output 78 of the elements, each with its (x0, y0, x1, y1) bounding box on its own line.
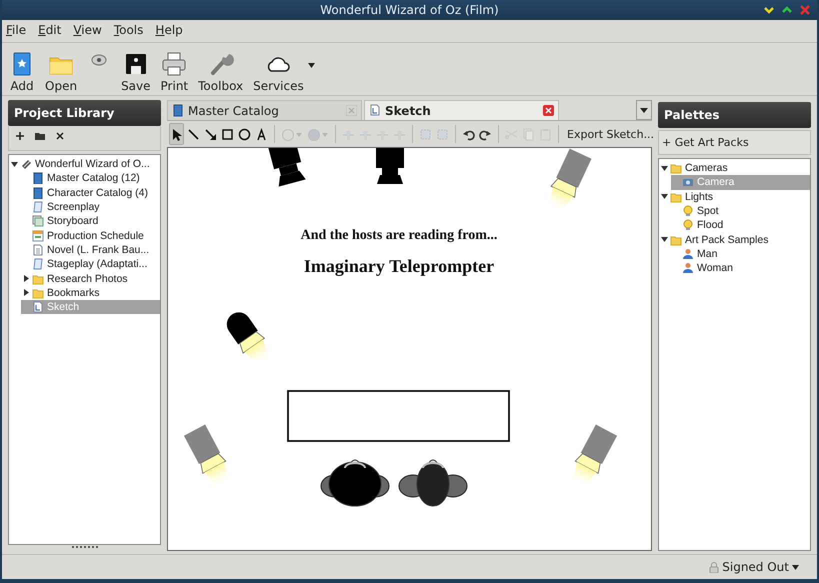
person-drawing (398, 460, 468, 506)
stage-light-drawing (184, 424, 229, 486)
tree-item[interactable]: Bookmarks (21, 286, 160, 300)
close-icon[interactable] (799, 4, 811, 16)
panel-header: Project Library (8, 100, 161, 126)
tree-item[interactable]: Art Pack Samples (659, 232, 810, 247)
camera-icon (682, 176, 694, 188)
person-icon (682, 262, 694, 274)
tree-item[interactable]: Research Photos (21, 271, 160, 286)
toolbar-add-button[interactable]: Add (8, 51, 36, 93)
expanded-triangle-icon[interactable] (661, 236, 668, 244)
folder-icon (670, 234, 682, 246)
minimize-icon[interactable] (763, 4, 775, 16)
camera-drawing (376, 148, 404, 184)
canvas-caption: And the hosts are reading from... (300, 228, 498, 244)
folder-icon (32, 272, 44, 285)
close-icon[interactable] (543, 105, 554, 116)
menu-item[interactable]: Edit (38, 23, 62, 39)
tree-item[interactable]: Screenplay (21, 200, 160, 214)
stage-light-drawing (226, 312, 270, 364)
menu-item[interactable]: Tools (114, 23, 144, 39)
tree-item[interactable]: Spot (671, 204, 810, 218)
printer-icon (161, 51, 188, 77)
export-sketch-button[interactable]: Export Sketch... (564, 126, 658, 142)
caret-icon[interactable] (308, 63, 315, 68)
tree-item[interactable]: Woman (671, 261, 810, 276)
tree-item[interactable]: Master Catalog (12) (21, 171, 160, 186)
tree-item[interactable]: Stageplay (Adaptati... (21, 257, 160, 272)
menu-item[interactable]: View (73, 23, 102, 39)
tree-item[interactable]: Lights (659, 190, 810, 204)
tree-item[interactable]: Character Catalog (4) (21, 186, 160, 200)
person-drawing (320, 460, 390, 506)
diagram-icon (32, 301, 44, 314)
tab[interactable]: Sketch (364, 100, 559, 120)
stage-light-drawing (572, 424, 618, 486)
pointer-icon[interactable] (169, 123, 184, 145)
lock-icon (709, 561, 720, 573)
resize-grip[interactable] (72, 546, 98, 550)
tree-item[interactable]: Cameras (659, 161, 810, 176)
toolbar-save-button[interactable]: Save (120, 51, 152, 93)
expanded-triangle-icon[interactable] (661, 164, 668, 172)
tree-item[interactable]: Production Schedule (21, 228, 160, 243)
tree-item[interactable]: Wonderful Wizard of O... (9, 157, 160, 172)
get-art-packs-button[interactable]: + Get Art Packs (658, 130, 811, 155)
menu-item[interactable]: Help (155, 23, 183, 39)
folder-icon (670, 190, 682, 203)
delete-icon[interactable] (55, 131, 65, 141)
camera-drawing (266, 148, 306, 187)
folder-icon (32, 286, 44, 299)
tree-item[interactable]: Storyboard (21, 214, 160, 228)
calendar-icon (32, 230, 44, 242)
tab[interactable]: Master Catalog (167, 100, 362, 120)
window-title: Wonderful Wizard of Oz (Film) (320, 3, 499, 17)
toolbar-open-button[interactable]: Open (44, 51, 78, 93)
canvas-title: Imaginary Teleprompter (302, 256, 496, 277)
account-menu[interactable]: Signed Out (703, 559, 805, 575)
folder-icon[interactable] (35, 131, 45, 141)
expanded-triangle-icon[interactable] (661, 193, 668, 200)
document-icon (32, 244, 44, 256)
caret-icon (792, 564, 799, 570)
light-bulb-icon (682, 219, 694, 232)
scroll-icon (32, 201, 44, 214)
expanded-triangle-icon[interactable] (11, 160, 18, 168)
toolbar-print-button[interactable]: Print (160, 51, 190, 93)
person-icon (682, 248, 694, 260)
folder-icon (670, 162, 682, 174)
menu-item[interactable]: File (6, 23, 26, 39)
tree-item[interactable]: Man (671, 246, 810, 262)
tree-item[interactable]: Novel (L. Frank Bau... (21, 242, 160, 258)
add-icon[interactable] (15, 131, 25, 141)
pictures-icon (32, 215, 44, 228)
tree-item[interactable]: Flood (671, 218, 810, 232)
scroll-icon (32, 258, 44, 270)
light-bulb-icon (682, 205, 694, 218)
panel-header: Palettes (658, 102, 811, 128)
toolbar-services-button[interactable]: Services (252, 51, 305, 93)
toolbar-toolbox-button[interactable]: Toolbox (197, 51, 244, 93)
diagram-icon (369, 104, 380, 117)
